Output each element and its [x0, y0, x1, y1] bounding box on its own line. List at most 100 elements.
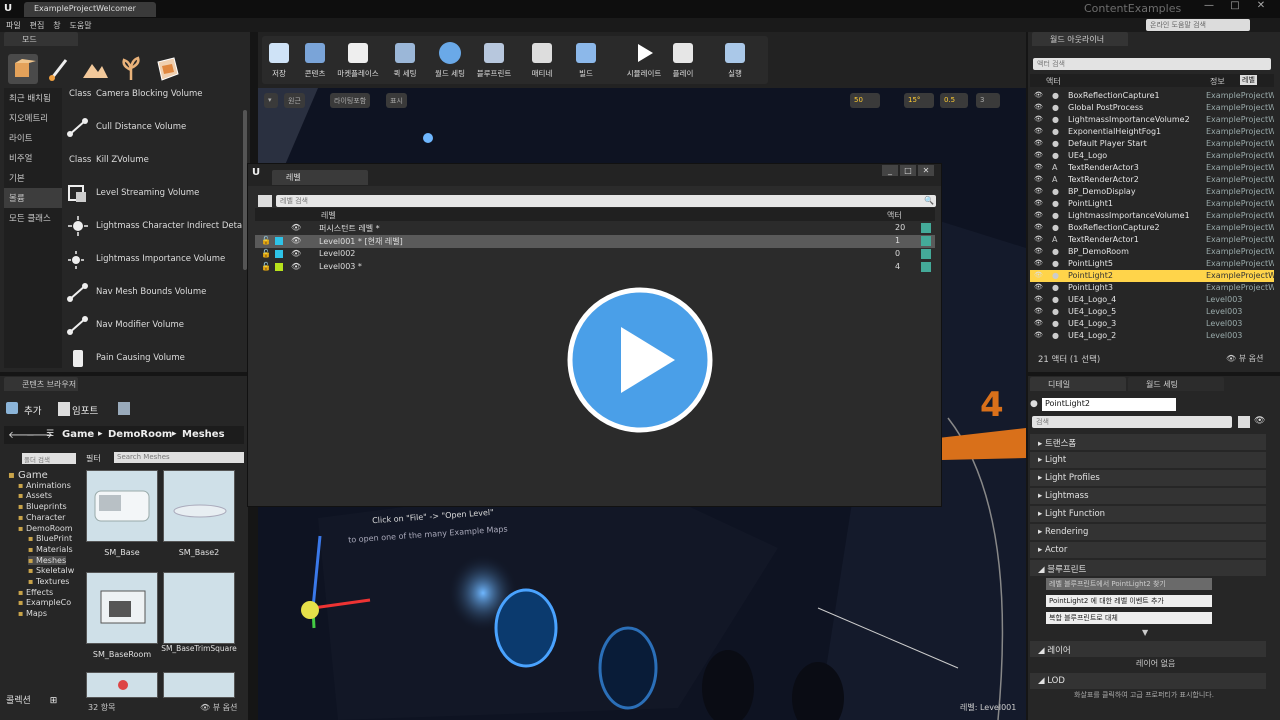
visibility-eye-icon[interactable]: 👁: [1034, 223, 1044, 231]
asset-thumbnail[interactable]: [163, 672, 235, 698]
list-item[interactable]: Lightmass Importance Volume: [64, 242, 242, 275]
scale-snap[interactable]: 0.5: [940, 93, 968, 108]
level-row[interactable]: 🔓 👁 Level002 0: [255, 248, 935, 261]
outliner-row[interactable]: 👁 ● PointLight5 ExampleProjectWe: [1030, 258, 1274, 270]
outliner-row[interactable]: 👁 ● PointLight2 ExampleProjectWe: [1030, 270, 1274, 282]
visibility-eye-icon[interactable]: 👁: [1034, 259, 1044, 267]
list-item[interactable]: Level Streaming Volume: [64, 176, 242, 209]
details-category[interactable]: ▸ Light Profiles: [1030, 470, 1266, 486]
expand-arrow-icon[interactable]: ▼: [1142, 628, 1148, 637]
tree-folder[interactable]: ▪ DemoRoom: [18, 524, 73, 533]
tree-folder[interactable]: ▪ Meshes: [28, 555, 67, 565]
tree-folder[interactable]: ▪ Textures: [28, 577, 69, 586]
levels-tab[interactable]: 레벨: [272, 170, 368, 185]
list-item[interactable]: Cull Distance Volume: [64, 110, 242, 143]
breadcrumb-game[interactable]: Game: [62, 429, 94, 440]
camera-speed[interactable]: 3: [976, 93, 1000, 108]
visibility-eye-icon[interactable]: 👁: [291, 236, 301, 245]
list-item[interactable]: Nav Modifier Volume: [64, 308, 242, 341]
list-item[interactable]: Lightmass Character Indirect Detail V: [64, 209, 242, 242]
category-lights[interactable]: 라이트: [4, 128, 62, 148]
outliner-row[interactable]: 👁 ● UE4_Logo_5 Level003: [1030, 306, 1274, 318]
visibility-eye-icon[interactable]: 👁: [1034, 271, 1044, 279]
actor-search-input[interactable]: 액터 검색: [1033, 58, 1271, 70]
add-collection-icon[interactable]: ⊞: [50, 696, 58, 706]
col-type[interactable]: 정보: [1210, 76, 1225, 87]
visibility-eye-icon[interactable]: 👁: [1034, 211, 1044, 219]
tree-folder[interactable]: ▪ BluePrint: [28, 534, 72, 543]
category-basic[interactable]: 기본: [4, 168, 62, 188]
details-category[interactable]: ▸ Actor: [1030, 542, 1266, 558]
matinee-button[interactable]: 매티네: [518, 38, 566, 84]
list-item[interactable]: Nav Mesh Bounds Volume: [64, 275, 242, 308]
menu-help[interactable]: 도움말: [69, 18, 91, 31]
asset-thumbnail[interactable]: [86, 470, 158, 542]
visibility-eye-icon[interactable]: 👁: [1034, 163, 1044, 171]
details-category[interactable]: ▸ Lightmass: [1030, 488, 1266, 504]
filter-button[interactable]: 필터: [86, 453, 101, 464]
snap-number[interactable]: 50: [850, 93, 880, 108]
outliner-row[interactable]: 👁 ● UE4_Logo_2 Level003: [1030, 330, 1274, 342]
visibility-eye-icon[interactable]: 👁: [1034, 103, 1044, 111]
save-all-icon[interactable]: [118, 402, 130, 415]
content-button[interactable]: 콘텐츠: [291, 38, 339, 84]
asset-thumbnail[interactable]: [86, 672, 158, 698]
tree-folder[interactable]: ▪ Effects: [18, 588, 53, 597]
breadcrumb-meshes[interactable]: Meshes: [182, 429, 225, 440]
col-label[interactable]: 액터: [1046, 76, 1061, 87]
asset-thumbnail[interactable]: [86, 572, 158, 644]
visibility-eye-icon[interactable]: 👁: [1034, 319, 1044, 327]
menu-file[interactable]: 파일: [6, 18, 21, 31]
launch-button[interactable]: 실행: [711, 38, 759, 84]
replace-with-blueprint-button[interactable]: 복합 블루프린트로 대체: [1046, 612, 1212, 624]
category-recent[interactable]: 최근 배치됨: [4, 88, 62, 108]
modes-tab[interactable]: 모드: [4, 32, 78, 46]
blueprints-button[interactable]: 블루프린트: [470, 38, 518, 84]
outliner-row[interactable]: 👁 ● PointLight1 ExampleProjectWe: [1030, 198, 1274, 210]
geometry-edit-mode-icon[interactable]: [152, 54, 182, 84]
place-mode-icon[interactable]: [8, 54, 38, 84]
category-visual[interactable]: 비주얼: [4, 148, 62, 168]
world-settings-tab[interactable]: 월드 세팅: [1128, 377, 1224, 391]
outliner-row[interactable]: 👁 A TextRenderActor3 ExampleProjectWe: [1030, 162, 1274, 174]
visibility-eye-icon[interactable]: 👁: [1034, 139, 1044, 147]
show-button[interactable]: 표시: [386, 93, 407, 108]
outliner-row[interactable]: 👁 ● PointLight3 ExampleProjectWe: [1030, 282, 1274, 294]
landscape-mode-icon[interactable]: [80, 54, 110, 84]
outliner-row[interactable]: 👁 ● UE4_Logo ExampleProjectWe: [1030, 150, 1274, 162]
visibility-eye-icon[interactable]: 👁: [291, 262, 301, 271]
outliner-row[interactable]: 👁 ● BP_DemoRoom ExampleProjectWe: [1030, 246, 1274, 258]
lock-icon[interactable]: 🔓: [261, 236, 271, 245]
visibility-eye-icon[interactable]: 👁: [1034, 115, 1044, 123]
category-all-classes[interactable]: 모든 클래스: [4, 208, 62, 228]
visibility-eye-icon[interactable]: 👁: [1034, 235, 1044, 243]
outliner-row[interactable]: 👁 ● BoxReflectionCapture1 ExampleProjectWe: [1030, 90, 1274, 102]
build-button[interactable]: 빌드: [562, 38, 610, 84]
tree-folder[interactable]: ▪ Skeletalw: [28, 566, 74, 575]
outliner-row[interactable]: 👁 ● ExponentialHeightFog1 ExampleProjectWe: [1030, 126, 1274, 138]
level-search-input[interactable]: 레벨 검색: [276, 195, 936, 207]
visibility-eye-icon[interactable]: 👁: [1034, 307, 1044, 315]
property-matrix-icon[interactable]: [1238, 416, 1250, 428]
tree-folder[interactable]: ▪ Maps: [18, 609, 47, 618]
maximize-icon[interactable]: □: [900, 165, 916, 176]
eye-icon[interactable]: 👁: [1254, 416, 1265, 426]
outliner-row[interactable]: 👁 A TextRenderActor1 ExampleProjectWe: [1030, 234, 1274, 246]
visibility-eye-icon[interactable]: 👁: [1034, 247, 1044, 255]
outliner-row[interactable]: 👁 ● LightmassImportanceVolume1 ExampleProje…: [1030, 210, 1274, 222]
visibility-eye-icon[interactable]: 👁: [1034, 331, 1044, 339]
details-category[interactable]: ▸ Light Function: [1030, 506, 1266, 522]
category-lod[interactable]: ◢ LOD: [1030, 673, 1266, 689]
tree-folder[interactable]: ▪ Character: [18, 513, 65, 522]
viewport-menu-icon[interactable]: ▾: [264, 93, 278, 108]
rotation-snap[interactable]: 15°: [904, 93, 934, 108]
details-category[interactable]: ▸ Light: [1030, 452, 1266, 468]
level-color-swatch[interactable]: [275, 263, 283, 271]
levels-menu-icon[interactable]: [258, 195, 272, 207]
category-layers[interactable]: ◢ 레이어: [1030, 641, 1266, 657]
edit-icon[interactable]: [921, 262, 931, 272]
view-options-button[interactable]: 👁 뷰 옵션: [200, 702, 237, 713]
outliner-row[interactable]: 👁 ● Global PostProcess ExampleProjectWe: [1030, 102, 1274, 114]
details-category[interactable]: ▸ 트랜스폼: [1030, 434, 1266, 450]
visibility-eye-icon[interactable]: 👁: [291, 223, 301, 232]
